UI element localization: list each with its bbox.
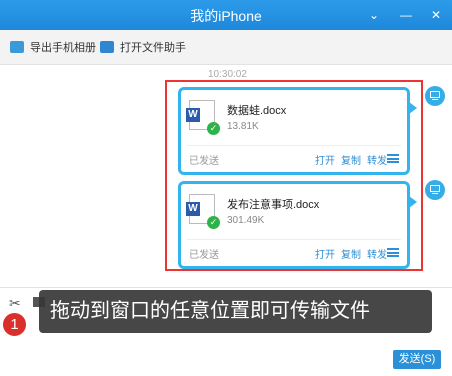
close-button[interactable]: ✕ [428, 7, 444, 23]
instruction-tooltip: 拖动到窗口的任意位置即可传输文件 [39, 290, 432, 333]
menu-icon[interactable] [387, 248, 399, 257]
computer-icon [425, 86, 445, 106]
export-album-button[interactable]: 导出手机相册 [10, 39, 96, 55]
forward-link[interactable]: 转发 [367, 246, 387, 261]
message-timestamp: 10:30:02 [208, 69, 247, 80]
step-badge: 1 [2, 312, 27, 337]
title-bar: 我的iPhone ⌄ — ✕ [0, 0, 452, 30]
divider [187, 145, 401, 146]
copy-link[interactable]: 复制 [341, 152, 361, 167]
word-doc-icon: W ✓ [186, 194, 220, 229]
divider [187, 239, 401, 240]
open-link[interactable]: 打开 [315, 152, 335, 167]
open-file-helper-label: 打开文件助手 [120, 42, 186, 54]
file-name: 数据蛙.docx [227, 105, 287, 117]
send-status: 已发送 [189, 156, 219, 167]
copy-link[interactable]: 复制 [341, 246, 361, 261]
send-button[interactable]: 发送(S) [393, 350, 441, 369]
file-message-card[interactable]: W ✓ 发布注意事项.docx 301.49K 已发送 打开 复制 转发 [178, 181, 417, 269]
word-doc-icon: W ✓ [186, 100, 220, 135]
send-status: 已发送 [189, 250, 219, 261]
file-size: 301.49K [227, 215, 265, 226]
file-message-card[interactable]: W ✓ 数据蛙.docx 13.81K 已发送 打开 复制 转发 [178, 87, 417, 175]
photo-album-icon [10, 41, 24, 53]
export-album-label: 导出手机相册 [30, 42, 96, 54]
check-icon: ✓ [207, 216, 220, 229]
open-file-helper-button[interactable]: 打开文件助手 [100, 39, 186, 55]
minimize-button[interactable]: — [398, 7, 414, 23]
check-icon: ✓ [207, 122, 220, 135]
toolbar: 导出手机相册 打开文件助手 [0, 30, 452, 65]
window-title: 我的iPhone [190, 8, 262, 24]
computer-icon [425, 180, 445, 200]
open-link[interactable]: 打开 [315, 246, 335, 261]
forward-link[interactable]: 转发 [367, 152, 387, 167]
dropdown-icon[interactable]: ⌄ [366, 7, 382, 23]
folder-icon [100, 41, 114, 53]
file-name: 发布注意事项.docx [227, 199, 320, 211]
menu-icon[interactable] [387, 154, 399, 163]
scissors-icon[interactable]: ✂ [9, 295, 21, 312]
file-size: 13.81K [227, 121, 259, 132]
